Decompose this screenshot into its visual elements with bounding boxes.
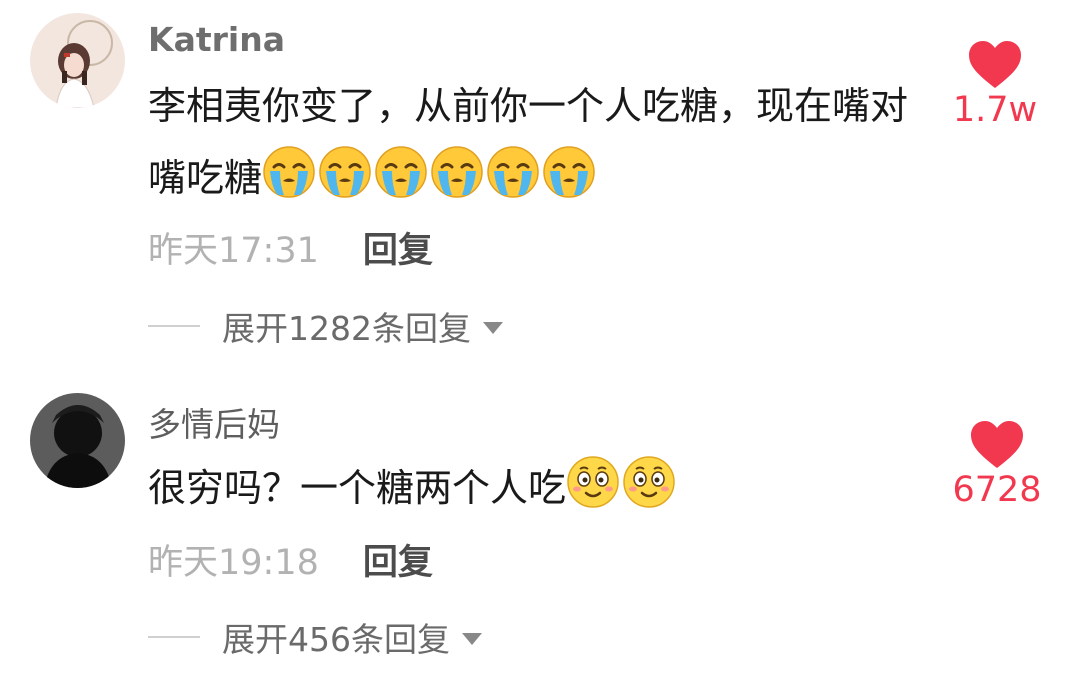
like-count: 6728 [952,470,1042,510]
crying-face-emoji [487,146,539,198]
comment-text: 很穷吗？一个糖两个人吃 [148,452,938,524]
username[interactable]: 多情后妈 [148,398,280,446]
timestamp: 昨天19:18 [148,543,319,583]
username[interactable]: Katrina [148,20,285,59]
divider-line [148,636,200,638]
expand-replies-label: 展开1282条回复 [222,309,471,348]
comment-meta: 昨天19:18 回复 [148,534,433,585]
expand-replies-label: 展开456条回复 [222,620,450,659]
crying-face-emoji [543,146,595,198]
comment-text-content: 很穷吗？一个糖两个人吃 [148,466,567,510]
divider-line [148,325,200,327]
heart-icon [971,421,1023,468]
crying-face-emoji [375,146,427,198]
comment-text: 李相夷你变了，从前你一个人吃糖，现在嘴对嘴吃糖 [148,70,938,214]
avatar[interactable] [30,13,125,108]
like-count: 1.7w [952,90,1038,130]
smiling-face-emoji [623,456,675,508]
smiling-face-emoji [567,456,619,508]
heart-icon [969,41,1021,88]
like-button[interactable]: 6728 [947,420,1047,510]
crying-face-emoji [319,146,371,198]
triangle-down-icon [482,322,503,334]
expand-replies-button[interactable]: 展开1282条回复 [148,302,503,350]
triangle-down-icon [462,633,482,645]
timestamp: 昨天17:31 [148,231,319,271]
expand-replies-button[interactable]: 展开456条回复 [148,613,482,661]
emoji-row [262,145,596,199]
comment-meta: 昨天17:31 回复 [148,222,433,273]
comment-item: 多情后妈 很穷吗？一个糖两个人吃 昨天19:18 回复 展开456条回复 6728 [0,380,1067,678]
reply-button[interactable]: 回复 [363,534,433,585]
reply-button[interactable]: 回复 [363,222,433,273]
crying-face-emoji [263,146,315,198]
crying-face-emoji [431,146,483,198]
avatar[interactable] [30,393,125,488]
like-button[interactable]: 1.7w [945,40,1045,130]
emoji-row [566,455,676,509]
comment-item: Katrina 李相夷你变了，从前你一个人吃糖，现在嘴对嘴吃糖 昨天17:31 回… [0,0,1067,370]
